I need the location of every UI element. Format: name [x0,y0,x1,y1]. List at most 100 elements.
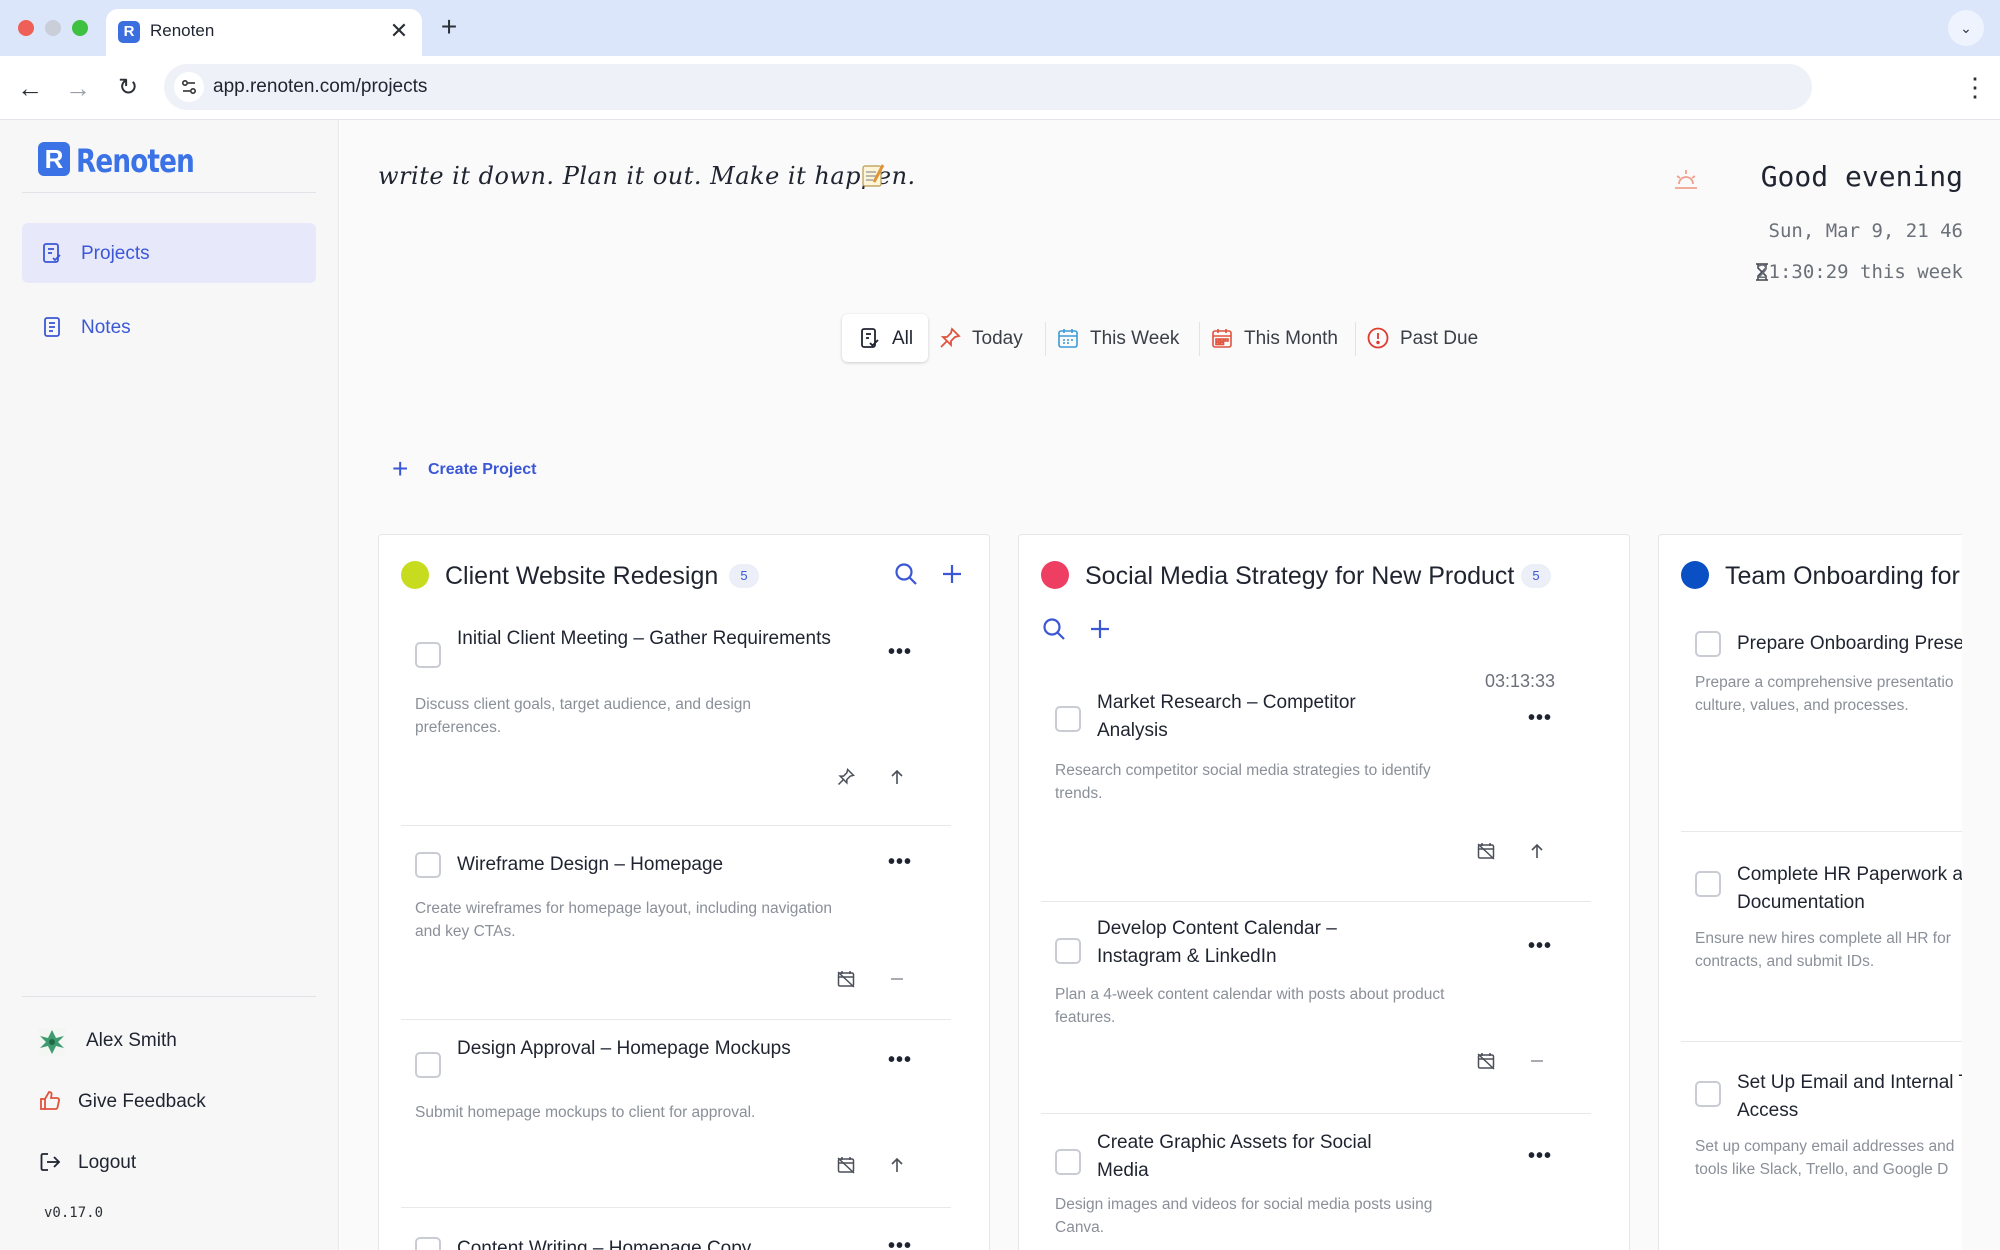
forward-arrow-icon[interactable]: → [62,72,94,104]
task-title: Wireframe Design – Homepage [457,854,724,875]
browser-tab[interactable]: R Renoten ✕ [106,9,422,56]
task-card[interactable]: Initial Client Meeting – Gather Requirem… [401,625,951,787]
task-description: Research competitor social media strateg… [1055,762,1431,802]
tab-past-due[interactable]: Past Due [1356,314,1486,362]
more-options-icon[interactable]: ••• [1525,1146,1555,1169]
site-settings-icon[interactable] [174,72,204,102]
more-options-icon[interactable]: ••• [1525,936,1555,959]
task-checkbox[interactable] [1695,871,1721,897]
tab-today[interactable]: Today [928,314,1038,362]
no-date-calendar-icon[interactable] [836,969,856,989]
task-checkbox[interactable] [1055,706,1081,732]
tab-label: All [892,328,914,349]
search-icon[interactable] [893,561,919,587]
brand-name: Renoten [76,142,195,180]
tab-label: This Month [1244,328,1338,349]
window-zoom-button[interactable] [72,20,88,36]
new-tab-plus-icon[interactable]: + [434,12,464,42]
project-title[interactable]: Client Website Redesign [445,562,718,591]
project-title[interactable]: Social Media Strategy for New Product [1085,562,1514,591]
memo-icon [860,162,886,188]
add-task-plus-icon[interactable] [939,561,965,587]
project-title[interactable]: Team Onboarding for [1725,562,1960,591]
more-options-icon[interactable]: ••• [885,642,915,665]
priority-up-arrow-icon[interactable] [1527,841,1547,861]
priority-up-arrow-icon[interactable] [887,1155,907,1175]
task-title: Initial Client Meeting – Gather Requirem… [457,628,831,649]
task-card[interactable]: Set Up Email and Internal T Access Set u… [1681,1051,1962,1250]
task-card[interactable]: Create Graphic Assets for Social Media •… [1041,1129,1591,1250]
more-options-icon[interactable]: ••• [885,1050,915,1073]
task-checkbox[interactable] [1695,1081,1721,1107]
thumbs-up-icon [38,1089,64,1115]
clipboard-check-icon [858,326,882,350]
task-card[interactable]: Wireframe Design – Homepage Create wiref… [401,839,951,999]
task-checkbox[interactable] [415,1237,441,1250]
task-card[interactable]: Prepare Onboarding Prese Prepare a compr… [1681,631,1962,791]
task-card[interactable]: Develop Content Calendar – Instagram & L… [1041,915,1591,1085]
task-divider [1041,901,1591,902]
back-arrow-icon[interactable]: ← [14,72,46,104]
task-card[interactable]: Content Writing – Homepage Copy ••• [401,1225,951,1250]
sunset-icon [1672,166,1700,194]
logout-button[interactable]: Logout [38,1142,308,1182]
projects-clipboard-icon [40,241,64,265]
tab-all[interactable]: All [842,314,928,362]
sidebar-item-notes[interactable]: Notes [22,297,316,357]
calendar-week-icon [1056,326,1080,350]
project-color-dot [401,561,429,589]
avatar [38,1028,66,1056]
user-name: Alex Smith [86,1030,177,1051]
sidebar-divider [22,192,316,193]
sidebar-item-label: Notes [81,317,131,338]
priority-up-arrow-icon[interactable] [887,767,907,787]
more-options-icon[interactable]: ••• [885,1236,915,1250]
search-icon[interactable] [1041,616,1067,642]
window-close-button[interactable] [18,20,34,36]
task-description: Design images and videos for social medi… [1055,1196,1433,1236]
task-title: Complete HR Paperwork a Documentation [1737,864,1962,913]
browser-menu-icon[interactable]: ⋮ [1962,72,1988,104]
more-options-icon[interactable]: ••• [1525,708,1555,731]
pin-icon[interactable] [836,767,856,787]
task-checkbox[interactable] [415,1052,441,1078]
user-profile[interactable]: Alex Smith [38,1020,308,1060]
greeting: Good evening [1761,160,1963,193]
priority-none-dash-icon[interactable] [887,969,907,989]
task-card[interactable]: Design Approval – Homepage Mockups Submi… [401,1035,951,1195]
task-checkbox[interactable] [415,852,441,878]
task-divider [1681,831,1962,832]
task-description: Submit homepage mockups to client for ap… [415,1104,756,1121]
task-card[interactable]: Market Research – Competitor Analysis 03… [1041,671,1591,860]
plus-icon: + [392,453,409,484]
task-description: Create wireframes for homepage layout, i… [415,900,833,940]
no-date-calendar-icon[interactable] [1476,841,1496,861]
address-bar[interactable]: app.renoten.com/projects [164,64,1812,110]
tab-search-chevron-icon[interactable]: ⌄ [1948,10,1984,46]
pin-icon [938,326,962,350]
task-checkbox[interactable] [1695,631,1721,657]
sidebar-item-projects[interactable]: Projects [22,223,316,283]
tab-this-week[interactable]: This Week [1046,314,1198,362]
window-minimize-button[interactable] [45,20,61,36]
tab-label: Today [972,328,1023,349]
task-checkbox[interactable] [1055,938,1081,964]
task-checkbox[interactable] [415,642,441,668]
no-date-calendar-icon[interactable] [1476,1051,1496,1071]
reload-icon[interactable]: ↻ [112,72,144,104]
browser-toolbar: ← → ↻ app.renoten.com/projects ⋮ [0,56,2000,120]
tab-close-icon[interactable]: ✕ [386,18,412,44]
no-date-calendar-icon[interactable] [836,1155,856,1175]
task-description: Plan a 4-week content calendar with post… [1055,986,1445,1026]
sidebar-item-label: Projects [81,243,150,264]
task-card[interactable]: Complete HR Paperwork a Documentation En… [1681,841,1962,1021]
give-feedback-button[interactable]: Give Feedback [38,1081,308,1121]
add-task-plus-icon[interactable] [1087,616,1113,642]
task-checkbox[interactable] [1055,1149,1081,1175]
calendar-month-icon [1210,326,1234,350]
tab-this-month[interactable]: This Month [1200,314,1354,362]
url-text: app.renoten.com/projects [213,76,428,97]
more-options-icon[interactable]: ••• [885,852,915,875]
priority-none-dash-icon[interactable] [1527,1051,1547,1071]
task-description: Set up company email addresses and tools… [1695,1138,1955,1178]
